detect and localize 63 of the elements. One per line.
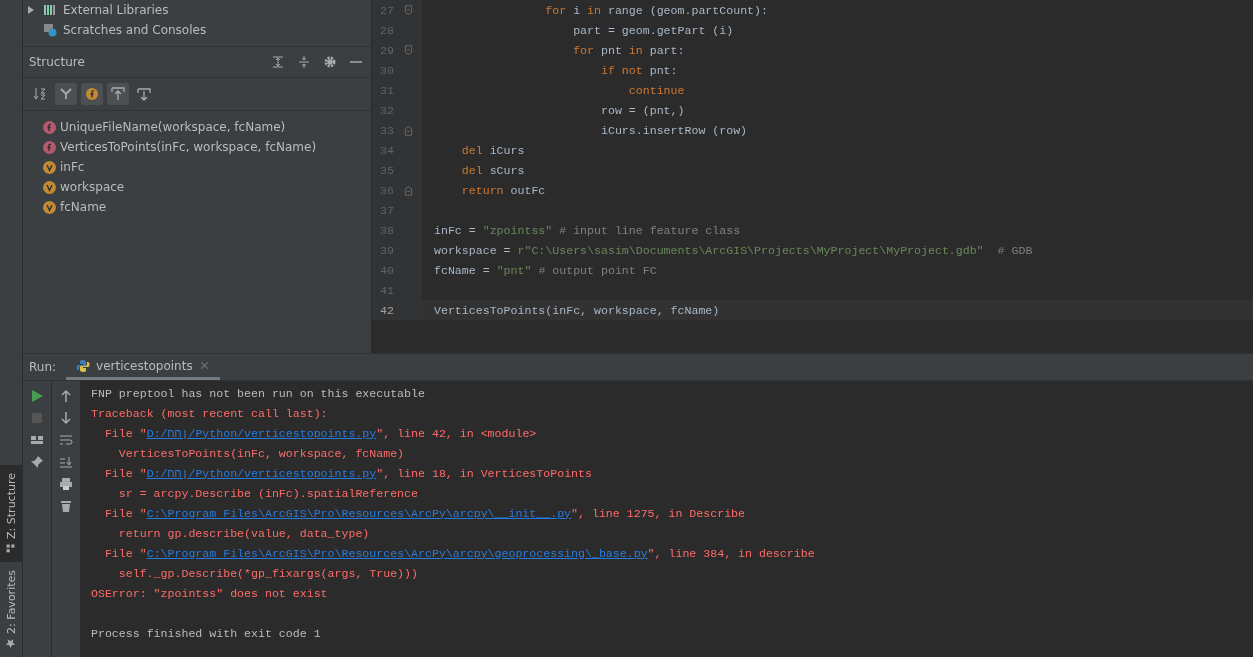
side-tab[interactable]: 2: Favorites: [0, 562, 22, 657]
settings-icon: [323, 55, 337, 69]
toolbar-button[interactable]: [81, 83, 103, 105]
star-icon: [5, 638, 17, 649]
hierarchy-icon: [59, 87, 73, 101]
scratch-file-icon: [43, 23, 57, 37]
console-line: OSError: "zpointss" does not exist: [91, 585, 329, 602]
console-line: File "C:\Program Files\ArcGIS\Pro\Resources\ArcPy\arcpy\geoprocessing\_base.py", line 384, in describe: [103, 545, 816, 562]
structure-item[interactable]: fcName: [23, 197, 371, 217]
soft-wrap-icon: [59, 433, 73, 447]
trash-icon: [59, 499, 73, 513]
side-tab[interactable]: Z: Structure: [0, 465, 22, 563]
console-line: File "C:\Program Files\ArcGIS\Pro\Resources\ArcPy\arcpy\__init__.py", line 1275, in Describe: [103, 505, 746, 522]
autoscroll-from-source-icon: [137, 87, 151, 101]
tree-item[interactable]: External Libraries: [23, 0, 371, 20]
fold-start-icon: [402, 3, 414, 17]
arrow-up-icon: [59, 389, 73, 403]
panel-title: Structure: [29, 55, 86, 69]
autoscroll-to-source-icon: [111, 87, 125, 101]
structure-item[interactable]: workspace: [23, 177, 371, 197]
sort-alphabetical-icon: [33, 87, 47, 101]
scroll-to-end-icon: [59, 455, 73, 469]
python-icon: [76, 358, 91, 373]
variable-icon: [43, 200, 56, 214]
file-link[interactable]: D:/ןחח/Python/verticestopoints.py: [146, 426, 377, 440]
fold-start-icon: [402, 43, 414, 57]
structure-item[interactable]: VerticesToPoints(inFc, workspace, fcName): [23, 137, 371, 157]
run-tab[interactable]: verticestopoints: [66, 354, 220, 380]
console-line: VerticesToPoints(inFc, workspace, fcName): [117, 445, 406, 462]
stop-icon: [30, 411, 44, 425]
file-link[interactable]: C:\Program Files\ArcGIS\Pro\Resources\ArcPy\arcpy\__init__.py: [146, 506, 572, 520]
console-line: return gp.describe(value, data_type): [117, 525, 371, 542]
field-icon: [85, 87, 99, 101]
tree-item[interactable]: Scratches and Consoles: [23, 20, 371, 40]
structure-item[interactable]: UniqueFileName(workspace, fcName): [23, 117, 371, 137]
variable-icon: [43, 160, 56, 174]
print-icon: [59, 477, 73, 491]
pin-icon: [30, 455, 44, 469]
library-icon: [43, 3, 57, 17]
fold-end-icon: [402, 123, 414, 137]
close-icon: [198, 360, 210, 371]
arrow-down-icon: [59, 411, 73, 425]
function-icon: [43, 120, 56, 134]
run-label: Run:: [28, 359, 58, 376]
structure-icon: [5, 543, 17, 555]
console-line: self._gp.Describe(*gp_fixargs(args, True))): [117, 565, 419, 582]
file-link[interactable]: C:\Program Files\ArcGIS\Pro\Resources\ArcPy\arcpy\geoprocessing\_base.py: [146, 546, 648, 560]
expand-all-icon: [271, 55, 285, 69]
toolbar-button[interactable]: [55, 83, 77, 105]
layout-icon: [30, 433, 44, 447]
fold-end-icon: [402, 183, 414, 197]
file-link[interactable]: D:/ןחח/Python/verticestopoints.py: [146, 466, 377, 480]
function-icon: [43, 140, 56, 154]
structure-item[interactable]: inFc: [23, 157, 371, 177]
collapse-all-icon: [297, 55, 311, 69]
console-line: Process finished with exit code 1: [91, 625, 322, 642]
expand-arrow-icon[interactable]: [27, 6, 35, 14]
run-icon: [30, 389, 44, 403]
toolbar-button[interactable]: [107, 83, 129, 105]
console-line: sr = arcpy.Describe (inFc).spatialReference: [117, 485, 419, 502]
variable-icon: [43, 180, 56, 194]
console-line: Traceback (most recent call last):: [91, 405, 329, 422]
console-line: FNP preptool has not been run on this executable: [91, 385, 426, 402]
